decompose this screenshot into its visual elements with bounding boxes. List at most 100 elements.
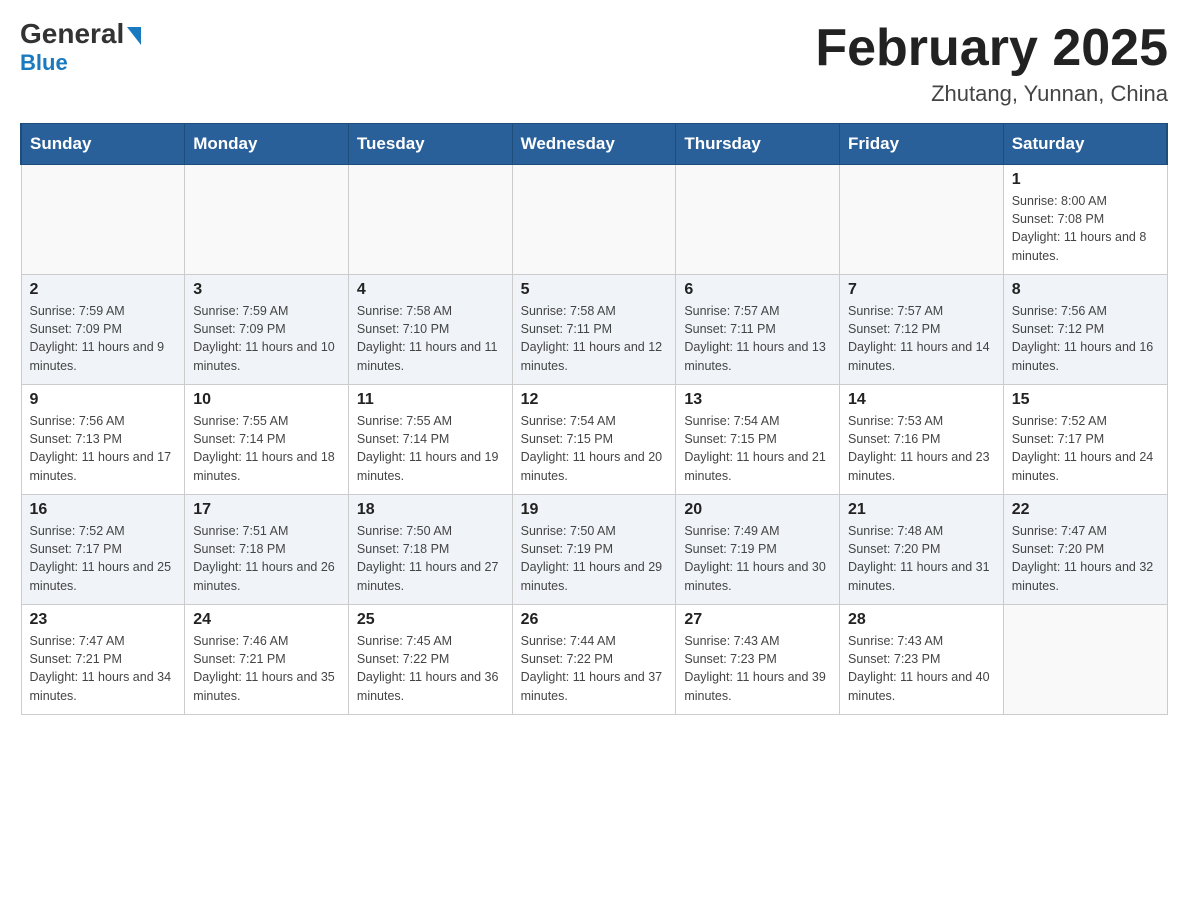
day-number: 19 bbox=[521, 501, 668, 519]
day-info: Sunrise: 7:53 AMSunset: 7:16 PMDaylight:… bbox=[848, 412, 995, 485]
day-number: 14 bbox=[848, 391, 995, 409]
calendar-cell: 2Sunrise: 7:59 AMSunset: 7:09 PMDaylight… bbox=[21, 275, 185, 385]
day-info: Sunrise: 7:45 AMSunset: 7:22 PMDaylight:… bbox=[357, 632, 504, 705]
calendar-cell bbox=[676, 165, 840, 275]
calendar-cell bbox=[185, 165, 349, 275]
day-info: Sunrise: 7:50 AMSunset: 7:18 PMDaylight:… bbox=[357, 522, 504, 595]
calendar-table: SundayMondayTuesdayWednesdayThursdayFrid… bbox=[20, 123, 1168, 715]
day-info: Sunrise: 7:47 AMSunset: 7:21 PMDaylight:… bbox=[30, 632, 177, 705]
day-info: Sunrise: 7:55 AMSunset: 7:14 PMDaylight:… bbox=[193, 412, 340, 485]
calendar-cell: 4 Sunrise: 7:58 AMSunset: 7:10 PMDaylight… bbox=[348, 275, 512, 385]
calendar-cell: 9 Sunrise: 7:56 AMSunset: 7:13 PMDaylight… bbox=[21, 385, 185, 495]
calendar-cell: 10 Sunrise: 7:55 AMSunset: 7:14 PMDayligh… bbox=[185, 385, 349, 495]
calendar-cell: 25 Sunrise: 7:45 AMSunset: 7:22 PMDayligh… bbox=[348, 605, 512, 715]
day-info: Sunrise: 7:43 AMSunset: 7:23 PMDaylight:… bbox=[684, 632, 831, 705]
day-info: Sunrise: 7:52 AMSunset: 7:17 PMDaylight:… bbox=[30, 522, 177, 595]
calendar-week-5: 23 Sunrise: 7:47 AMSunset: 7:21 PMDayligh… bbox=[21, 605, 1167, 715]
day-number: 6 bbox=[684, 281, 831, 299]
calendar-cell bbox=[840, 165, 1004, 275]
calendar-cell: 11 Sunrise: 7:55 AMSunset: 7:14 PMDayligh… bbox=[348, 385, 512, 495]
day-info: Sunrise: 7:52 AMSunset: 7:17 PMDaylight:… bbox=[1012, 412, 1159, 485]
calendar-cell bbox=[1003, 605, 1167, 715]
calendar-cell: 3 Sunrise: 7:59 AMSunset: 7:09 PMDaylight… bbox=[185, 275, 349, 385]
calendar-header-row: SundayMondayTuesdayWednesdayThursdayFrid… bbox=[21, 124, 1167, 165]
calendar-cell: 13 Sunrise: 7:54 AMSunset: 7:15 PMDayligh… bbox=[676, 385, 840, 495]
calendar-cell: 22 Sunrise: 7:47 AMSunset: 7:20 PMDayligh… bbox=[1003, 495, 1167, 605]
day-number: 28 bbox=[848, 611, 995, 629]
column-header-wednesday: Wednesday bbox=[512, 124, 676, 165]
day-number: 1 bbox=[1012, 171, 1159, 189]
calendar-cell: 12 Sunrise: 7:54 AMSunset: 7:15 PMDayligh… bbox=[512, 385, 676, 495]
day-number: 11 bbox=[357, 391, 504, 409]
day-number: 22 bbox=[1012, 501, 1159, 519]
calendar-cell: 21 Sunrise: 7:48 AMSunset: 7:20 PMDayligh… bbox=[840, 495, 1004, 605]
day-number: 16 bbox=[30, 501, 177, 519]
calendar-cell: 18 Sunrise: 7:50 AMSunset: 7:18 PMDayligh… bbox=[348, 495, 512, 605]
day-info: Sunrise: 7:59 AMSunset: 7:09 PMDaylight:… bbox=[30, 302, 177, 375]
logo-general-text: General bbox=[20, 20, 141, 48]
day-number: 21 bbox=[848, 501, 995, 519]
day-number: 13 bbox=[684, 391, 831, 409]
calendar-cell: 14 Sunrise: 7:53 AMSunset: 7:16 PMDayligh… bbox=[840, 385, 1004, 495]
day-info: Sunrise: 7:44 AMSunset: 7:22 PMDaylight:… bbox=[521, 632, 668, 705]
column-header-tuesday: Tuesday bbox=[348, 124, 512, 165]
logo: General Blue bbox=[20, 20, 141, 76]
day-number: 12 bbox=[521, 391, 668, 409]
calendar-cell: 20 Sunrise: 7:49 AMSunset: 7:19 PMDayligh… bbox=[676, 495, 840, 605]
day-number: 4 bbox=[357, 281, 504, 299]
calendar-cell: 24 Sunrise: 7:46 AMSunset: 7:21 PMDayligh… bbox=[185, 605, 349, 715]
day-info: Sunrise: 7:54 AMSunset: 7:15 PMDaylight:… bbox=[521, 412, 668, 485]
day-number: 9 bbox=[30, 391, 177, 409]
calendar-cell: 23 Sunrise: 7:47 AMSunset: 7:21 PMDayligh… bbox=[21, 605, 185, 715]
day-number: 23 bbox=[30, 611, 177, 629]
day-info: Sunrise: 7:47 AMSunset: 7:20 PMDaylight:… bbox=[1012, 522, 1159, 595]
calendar-cell: 8 Sunrise: 7:56 AMSunset: 7:12 PMDaylight… bbox=[1003, 275, 1167, 385]
page-header: General Blue February 2025 Zhutang, Yunn… bbox=[20, 20, 1168, 107]
day-number: 25 bbox=[357, 611, 504, 629]
column-header-thursday: Thursday bbox=[676, 124, 840, 165]
day-info: Sunrise: 7:57 AMSunset: 7:11 PMDaylight:… bbox=[684, 302, 831, 375]
day-number: 3 bbox=[193, 281, 340, 299]
calendar-cell: 16 Sunrise: 7:52 AMSunset: 7:17 PMDayligh… bbox=[21, 495, 185, 605]
day-info: Sunrise: 8:00 AMSunset: 7:08 PMDaylight:… bbox=[1012, 192, 1159, 265]
calendar-cell: 19 Sunrise: 7:50 AMSunset: 7:19 PMDayligh… bbox=[512, 495, 676, 605]
day-info: Sunrise: 7:54 AMSunset: 7:15 PMDaylight:… bbox=[684, 412, 831, 485]
calendar-cell: 17 Sunrise: 7:51 AMSunset: 7:18 PMDayligh… bbox=[185, 495, 349, 605]
day-info: Sunrise: 7:57 AMSunset: 7:12 PMDaylight:… bbox=[848, 302, 995, 375]
column-header-sunday: Sunday bbox=[21, 124, 185, 165]
day-number: 24 bbox=[193, 611, 340, 629]
day-info: Sunrise: 7:58 AMSunset: 7:11 PMDaylight:… bbox=[521, 302, 668, 375]
day-info: Sunrise: 7:56 AMSunset: 7:12 PMDaylight:… bbox=[1012, 302, 1159, 375]
day-number: 5 bbox=[521, 281, 668, 299]
day-info: Sunrise: 7:59 AMSunset: 7:09 PMDaylight:… bbox=[193, 302, 340, 375]
day-info: Sunrise: 7:46 AMSunset: 7:21 PMDaylight:… bbox=[193, 632, 340, 705]
day-info: Sunrise: 7:50 AMSunset: 7:19 PMDaylight:… bbox=[521, 522, 668, 595]
calendar-cell: 26Sunrise: 7:44 AMSunset: 7:22 PMDayligh… bbox=[512, 605, 676, 715]
day-number: 27 bbox=[684, 611, 831, 629]
day-info: Sunrise: 7:51 AMSunset: 7:18 PMDaylight:… bbox=[193, 522, 340, 595]
day-info: Sunrise: 7:58 AMSunset: 7:10 PMDaylight:… bbox=[357, 302, 504, 375]
title-section: February 2025 Zhutang, Yunnan, China bbox=[815, 20, 1168, 107]
calendar-week-3: 9 Sunrise: 7:56 AMSunset: 7:13 PMDaylight… bbox=[21, 385, 1167, 495]
calendar-cell: 28Sunrise: 7:43 AMSunset: 7:23 PMDayligh… bbox=[840, 605, 1004, 715]
calendar-cell: 7Sunrise: 7:57 AMSunset: 7:12 PMDaylight… bbox=[840, 275, 1004, 385]
column-header-friday: Friday bbox=[840, 124, 1004, 165]
day-number: 18 bbox=[357, 501, 504, 519]
column-header-saturday: Saturday bbox=[1003, 124, 1167, 165]
calendar-cell bbox=[21, 165, 185, 275]
day-number: 8 bbox=[1012, 281, 1159, 299]
day-info: Sunrise: 7:56 AMSunset: 7:13 PMDaylight:… bbox=[30, 412, 177, 485]
month-title: February 2025 bbox=[815, 20, 1168, 77]
calendar-cell: 15Sunrise: 7:52 AMSunset: 7:17 PMDayligh… bbox=[1003, 385, 1167, 495]
calendar-cell: 1 Sunrise: 8:00 AMSunset: 7:08 PMDaylight… bbox=[1003, 165, 1167, 275]
calendar-week-2: 2Sunrise: 7:59 AMSunset: 7:09 PMDaylight… bbox=[21, 275, 1167, 385]
day-number: 10 bbox=[193, 391, 340, 409]
day-number: 17 bbox=[193, 501, 340, 519]
day-info: Sunrise: 7:55 AMSunset: 7:14 PMDaylight:… bbox=[357, 412, 504, 485]
logo-blue-text: Blue bbox=[20, 50, 68, 76]
calendar-cell: 6 Sunrise: 7:57 AMSunset: 7:11 PMDaylight… bbox=[676, 275, 840, 385]
day-info: Sunrise: 7:48 AMSunset: 7:20 PMDaylight:… bbox=[848, 522, 995, 595]
calendar-cell: 27 Sunrise: 7:43 AMSunset: 7:23 PMDayligh… bbox=[676, 605, 840, 715]
day-number: 20 bbox=[684, 501, 831, 519]
day-info: Sunrise: 7:49 AMSunset: 7:19 PMDaylight:… bbox=[684, 522, 831, 595]
